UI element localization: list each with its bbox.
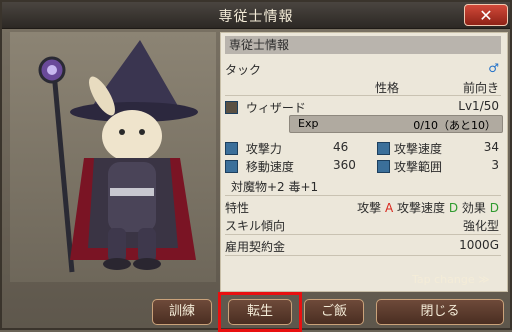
male-icon: ♂ (488, 61, 499, 75)
rebirth-highlight-box (218, 292, 302, 332)
attack-range-value: 3 (491, 158, 499, 172)
attack-speed-label: 攻撃速度 (394, 142, 443, 156)
trait-attack-speed-grade: D (448, 201, 459, 215)
skill-tendency-value: 強化型 (462, 219, 499, 233)
fee-label: 雇用契約金 (225, 240, 286, 254)
panel-header: 専従士情報 (225, 36, 501, 54)
character-name: タック (225, 63, 262, 77)
attack-power-icon (225, 142, 238, 155)
stat-row-1: 攻撃力 46 攻撃速度 34 (225, 140, 503, 157)
divider (225, 255, 501, 256)
divider (225, 195, 501, 196)
tap-change-link[interactable]: Tap change ≫ (412, 273, 490, 286)
train-button[interactable]: 訓練 (152, 299, 212, 325)
divider (225, 234, 501, 235)
traits-label: 特性 (225, 201, 250, 215)
character-portrait (10, 32, 216, 282)
close-x-button[interactable]: ✕ (464, 4, 508, 26)
fee-value: 1000G (459, 238, 499, 252)
stat-row-2: 移動速度 360 攻撃範囲 3 (225, 158, 503, 175)
window-title: 専従士情報 (218, 9, 294, 25)
level-value: Lv1/50 (458, 99, 499, 113)
attack-range-icon (377, 160, 390, 173)
attack-power-value: 46 (333, 140, 349, 154)
retainer-info-window: 専従士情報 ✕ 専従士情報 タック ♂ 性格 前向き ウィザード Lv1/50 … (0, 0, 512, 332)
exp-value: 0/10（あと10） (413, 119, 496, 132)
bonus-text: 対魔物+2 毒+1 (231, 180, 319, 194)
fee-row: 雇用契約金 1000G (225, 238, 503, 255)
skill-tendency-row: スキル傾向 強化型 (225, 217, 503, 234)
close-button[interactable]: 閉じる (376, 299, 504, 325)
trait-attack-label: 攻撃 (357, 201, 382, 215)
divider (225, 95, 501, 96)
class-icon (225, 101, 238, 114)
attack-speed-icon (377, 142, 390, 155)
attack-power-label: 攻撃力 (245, 142, 282, 156)
meal-button[interactable]: ご飯 (304, 299, 364, 325)
skill-tendency-label: スキル傾向 (225, 219, 286, 233)
attack-speed-value: 34 (483, 140, 499, 154)
trait-effect-label: 効果 (461, 201, 486, 215)
traits-row: 特性 攻撃 A 攻撃速度 D 効果 D (225, 199, 503, 216)
trait-effect-grade: D (489, 201, 499, 215)
attack-range-label: 攻撃範囲 (394, 160, 443, 174)
exp-label: Exp (298, 117, 319, 130)
trait-attack-speed-label: 攻撃速度 (396, 201, 445, 215)
exp-bar: Exp 0/10（あと10） (289, 115, 503, 133)
personality-value: 前向き (462, 81, 499, 95)
class-row: ウィザード Lv1/50 (225, 99, 503, 116)
trait-attack-grade: A (384, 201, 394, 215)
move-speed-label: 移動速度 (245, 160, 294, 174)
info-panel: 専従士情報 タック ♂ 性格 前向き ウィザード Lv1/50 Exp 0/10… (220, 32, 508, 292)
move-speed-icon (225, 160, 238, 173)
personality-label: 性格 (375, 81, 400, 95)
name-row: タック ♂ (225, 61, 503, 78)
bonus-row: 対魔物+2 毒+1 (225, 178, 503, 195)
class-name: ウィザード (245, 101, 306, 115)
title-bar: 専従士情報 ✕ (2, 2, 510, 29)
wizard-rabbit-illustration (38, 40, 198, 273)
move-speed-value: 360 (333, 158, 356, 172)
